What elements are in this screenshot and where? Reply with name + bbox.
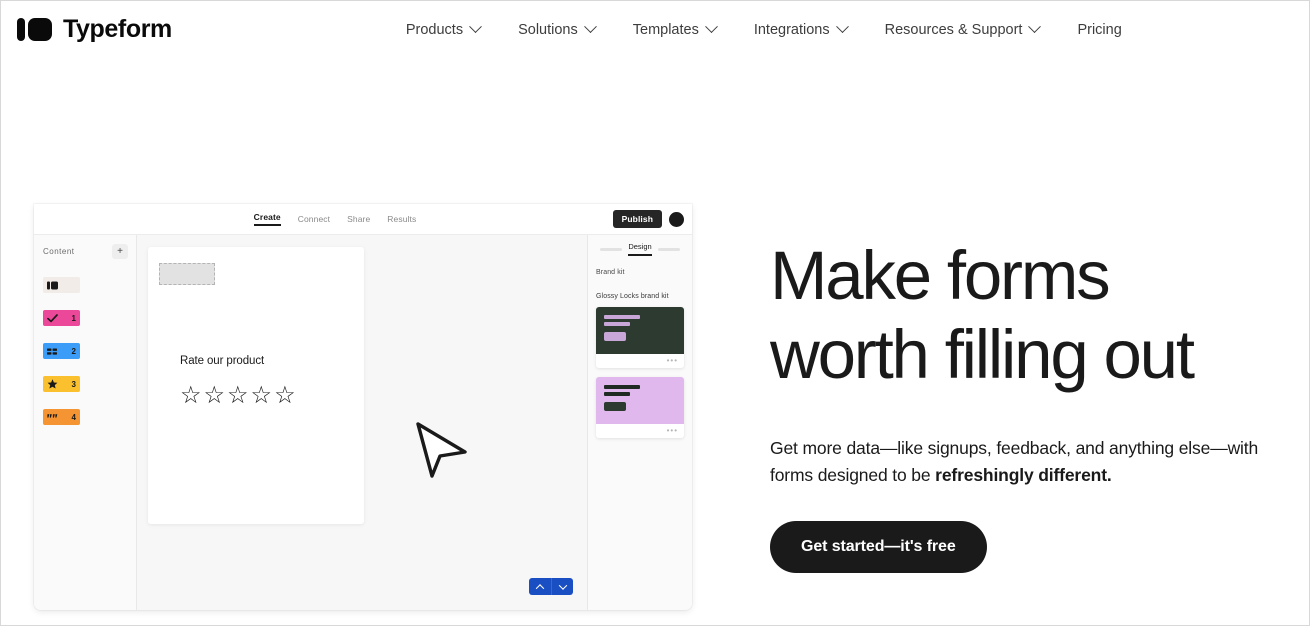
list-item[interactable]: 2: [43, 343, 128, 359]
mockup-body: Content + 1 2 3 4 Rate our product ☆ ☆ ☆…: [34, 235, 692, 610]
star-rating-icon[interactable]: ☆: [180, 384, 202, 408]
brand-kit-name-label: Glossy Locks brand kit: [596, 293, 669, 300]
hero-subtitle: Get more data—like signups, feedback, an…: [770, 435, 1290, 488]
nav-label: Solutions: [518, 21, 578, 38]
primary-nav: Products Solutions Templates Integration…: [387, 16, 1141, 44]
multiple-choice-icon: [47, 347, 58, 356]
question-type-badge-long-text: 4: [43, 409, 80, 425]
ghost-tab-left: [600, 247, 623, 251]
theme-card-lavender[interactable]: •••: [596, 377, 684, 438]
chevron-up-icon: [535, 583, 545, 593]
star-rating-icon[interactable]: ☆: [227, 384, 249, 408]
question-number: 3: [71, 379, 76, 389]
list-item[interactable]: 4: [43, 409, 128, 425]
user-avatar-icon[interactable]: [669, 211, 684, 227]
question-type-badge-cover: [43, 277, 80, 293]
page-root: Typeform Products Solutions Templates In…: [0, 0, 1310, 626]
question-number: 2: [71, 346, 76, 356]
brand-kit-section-label: Brand kit: [596, 269, 625, 276]
hero-subtitle-emphasis: refreshingly different.: [935, 464, 1112, 485]
tab-design[interactable]: Design: [628, 242, 652, 256]
typeform-logo-icon: [17, 18, 52, 41]
nav-down-button[interactable]: [551, 578, 573, 595]
nav-label: Templates: [632, 21, 699, 38]
list-item[interactable]: 1: [43, 310, 128, 326]
nav-item-products[interactable]: Products: [387, 16, 499, 44]
theme-preview: [596, 307, 684, 354]
star-rating-icon: [47, 379, 58, 389]
content-sidebar-header: Content +: [43, 244, 128, 259]
ellipsis-icon[interactable]: •••: [596, 354, 684, 368]
content-sidebar-title: Content: [43, 247, 75, 256]
ghost-tab-right: [657, 247, 680, 251]
question-number: 1: [71, 313, 76, 323]
chevron-down-icon: [1028, 20, 1042, 34]
question-type-badge-yes-no: 1: [43, 310, 80, 326]
design-panel: Design Brand kit Glossy Locks brand kit …: [587, 235, 692, 610]
ellipsis-icon[interactable]: •••: [596, 424, 684, 438]
cursor-pointer-icon: [413, 420, 471, 485]
image-placeholder-icon[interactable]: [159, 263, 215, 285]
theme-preview: [596, 377, 684, 424]
mockup-tab-list: Create Connect Share Results: [253, 212, 417, 226]
question-type-badge-rating: 3: [43, 376, 80, 392]
list-item[interactable]: 3: [43, 376, 128, 392]
question-type-badge-multiple-choice: 2: [43, 343, 80, 359]
design-panel-tabs: Design: [596, 242, 684, 256]
star-rating-icon[interactable]: ☆: [274, 384, 296, 408]
nav-label: Resources & Support: [884, 21, 1023, 38]
slide-navigation-buttons: [529, 578, 573, 595]
star-rating-icon[interactable]: ☆: [251, 384, 273, 408]
chevron-down-icon: [469, 20, 482, 34]
mockup-toolbar: Create Connect Share Results Publish: [34, 204, 692, 235]
nav-item-integrations[interactable]: Integrations: [735, 16, 866, 44]
chevron-down-icon: [704, 20, 718, 34]
nav-label: Pricing: [1077, 21, 1122, 38]
get-started-button[interactable]: Get started—it's free: [770, 520, 987, 573]
form-preview-card: Rate our product ☆ ☆ ☆ ☆ ☆: [148, 247, 364, 524]
content-sidebar: Content + 1 2 3 4: [34, 235, 137, 610]
publish-button[interactable]: Publish: [612, 210, 662, 228]
nav-label: Products: [405, 21, 464, 38]
nav-item-solutions[interactable]: Solutions: [499, 16, 614, 44]
chevron-down-icon: [835, 20, 849, 34]
page-title: Make forms worth filling out: [770, 237, 1195, 393]
question-number: 4: [71, 412, 76, 422]
nav-label: Integrations: [753, 21, 830, 38]
mockup-toolbar-right: Publish: [612, 210, 684, 228]
tab-share[interactable]: Share: [347, 214, 370, 226]
star-rating-icon[interactable]: ☆: [204, 384, 226, 408]
form-question-text: Rate our product: [180, 355, 265, 367]
theme-card-dark-green[interactable]: •••: [596, 307, 684, 368]
nav-up-button[interactable]: [529, 578, 551, 595]
product-screenshot-mockup: Create Connect Share Results Publish Con…: [34, 204, 692, 610]
tab-connect[interactable]: Connect: [298, 214, 330, 226]
nav-item-pricing[interactable]: Pricing: [1058, 16, 1140, 44]
quote-icon: [47, 413, 58, 422]
welcome-screen-icon: [47, 281, 58, 290]
brand-logo-link[interactable]: Typeform: [17, 15, 172, 44]
star-rating-input[interactable]: ☆ ☆ ☆ ☆ ☆: [180, 384, 296, 408]
brand-name: Typeform: [63, 15, 172, 43]
hero-section: Make forms worth filling out Get more da…: [770, 237, 1290, 573]
top-navigation-bar: Typeform Products Solutions Templates In…: [1, 1, 1309, 58]
tab-results[interactable]: Results: [387, 214, 416, 226]
checkmark-icon: [47, 313, 58, 323]
nav-item-resources-support[interactable]: Resources & Support: [866, 16, 1059, 44]
form-canvas: Rate our product ☆ ☆ ☆ ☆ ☆: [137, 235, 587, 610]
list-item[interactable]: [43, 277, 128, 293]
tab-create[interactable]: Create: [253, 212, 281, 226]
chevron-down-icon: [583, 20, 597, 34]
add-question-button[interactable]: +: [112, 244, 128, 259]
nav-item-templates[interactable]: Templates: [614, 16, 735, 44]
chevron-down-icon: [558, 580, 567, 590]
